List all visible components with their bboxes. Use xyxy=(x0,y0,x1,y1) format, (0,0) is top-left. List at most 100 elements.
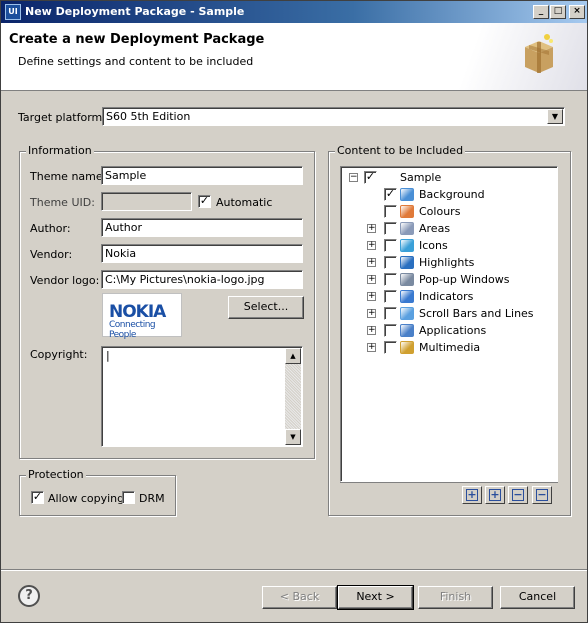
window-title: New Deployment Package - Sample xyxy=(25,5,245,18)
app-icon: UI xyxy=(5,4,21,20)
author-input[interactable]: Author xyxy=(101,218,303,237)
scroll-up-icon[interactable]: ▲ xyxy=(285,348,301,364)
tree-item[interactable]: + Scroll Bars and Lines xyxy=(347,305,552,322)
vendor-logo-label: Vendor logo: xyxy=(30,274,100,287)
automatic-checkbox[interactable]: ✓ xyxy=(198,195,211,208)
copyright-scrollbar[interactable]: ▲ ▼ xyxy=(285,348,301,445)
title-bar[interactable]: UI New Deployment Package - Sample _ □ × xyxy=(1,1,587,23)
expand-icon[interactable]: + xyxy=(367,326,376,335)
tree-toolbar: + + − − xyxy=(340,482,558,504)
tree-item-label: Highlights xyxy=(419,256,475,269)
theme-uid-input[interactable] xyxy=(101,192,192,211)
collapse-icon[interactable]: − xyxy=(349,173,358,182)
copyright-label: Copyright: xyxy=(30,348,88,361)
tree-item-checkbox[interactable]: ✓ xyxy=(384,188,397,201)
tree-item-checkbox[interactable] xyxy=(384,205,397,218)
select-logo-button[interactable]: Select... xyxy=(228,296,304,319)
tree-root-checkbox[interactable]: ✓ xyxy=(364,171,377,184)
background-icon xyxy=(400,188,414,201)
tree-item-label: Icons xyxy=(419,239,448,252)
tree-item-checkbox[interactable] xyxy=(384,324,397,337)
collapse-one-icon[interactable]: − xyxy=(508,486,528,504)
logo-tagline: Connecting People xyxy=(109,320,156,340)
footer-separator xyxy=(1,569,587,571)
tree-root-label: Sample xyxy=(400,171,442,184)
expand-icon[interactable]: + xyxy=(367,224,376,233)
tree-item[interactable]: + Multimedia xyxy=(347,339,552,356)
maximize-button[interactable]: □ xyxy=(550,5,566,19)
tree-item-checkbox[interactable] xyxy=(384,239,397,252)
tree-item-checkbox[interactable] xyxy=(384,290,397,303)
tree-item[interactable]: ✓ Background xyxy=(347,186,552,203)
chevron-down-icon[interactable]: ▼ xyxy=(547,109,563,124)
expand-all-icon[interactable]: + xyxy=(462,486,482,504)
tree-item[interactable]: + Icons xyxy=(347,237,552,254)
wizard-window: UI New Deployment Package - Sample _ □ ×… xyxy=(0,0,588,623)
icons-icon xyxy=(400,239,414,252)
help-icon[interactable]: ? xyxy=(18,585,40,607)
tree-item[interactable]: + Applications xyxy=(347,322,552,339)
tree-item[interactable]: + Pop-up Windows xyxy=(347,271,552,288)
tree-item-label: Colours xyxy=(419,205,461,218)
tree-item-label: Background xyxy=(419,188,485,201)
cancel-button[interactable]: Cancel xyxy=(500,586,575,609)
minimize-button[interactable]: _ xyxy=(533,5,549,19)
expand-icon[interactable]: + xyxy=(367,241,376,250)
expand-icon[interactable]: + xyxy=(367,343,376,352)
tree-item[interactable]: + Indicators xyxy=(347,288,552,305)
vendor-label: Vendor: xyxy=(30,248,73,261)
automatic-label: Automatic xyxy=(216,196,273,209)
tree-item-label: Applications xyxy=(419,324,487,337)
allow-copying-checkbox[interactable]: ✓ xyxy=(31,491,44,504)
tree-item[interactable]: + Areas xyxy=(347,220,552,237)
tree-item-checkbox[interactable] xyxy=(384,256,397,269)
tree-item-label: Areas xyxy=(419,222,451,235)
content-tree[interactable]: − ✓ Sample ✓ Background Colours + Areas + Icon… xyxy=(340,166,558,482)
tree-item[interactable]: Colours xyxy=(347,203,552,220)
scrollbars-icon xyxy=(400,307,414,320)
banner-title: Create a new Deployment Package xyxy=(9,32,265,47)
banner-gradient xyxy=(427,23,587,90)
target-platform-combo[interactable]: S60 5th Edition ▼ xyxy=(102,107,565,126)
author-label: Author: xyxy=(30,222,71,235)
expand-icon[interactable]: + xyxy=(485,486,505,504)
expand-icon[interactable]: + xyxy=(367,275,376,284)
scroll-down-icon[interactable]: ▼ xyxy=(285,429,301,445)
applications-icon xyxy=(400,324,414,337)
tree-item-checkbox[interactable] xyxy=(384,273,397,286)
tree-item-label: Multimedia xyxy=(419,341,481,354)
wizard-banner: Create a new Deployment Package Define s… xyxy=(1,23,587,91)
tree-item-checkbox[interactable] xyxy=(384,341,397,354)
content-group-label: Content to be Included xyxy=(335,144,466,157)
vendor-input[interactable]: Nokia xyxy=(101,244,303,263)
tree-item-checkbox[interactable] xyxy=(384,307,397,320)
tree-item-label: Indicators xyxy=(419,290,474,303)
expand-icon[interactable]: + xyxy=(367,292,376,301)
back-button[interactable]: < Back xyxy=(262,586,337,609)
expand-icon[interactable]: + xyxy=(367,309,376,318)
tree-item[interactable]: + Highlights xyxy=(347,254,552,271)
tree-item-checkbox[interactable] xyxy=(384,222,397,235)
expand-icon[interactable]: + xyxy=(367,258,376,267)
theme-name-label: Theme name: xyxy=(30,170,107,183)
vendor-logo-input[interactable]: C:\My Pictures\nokia-logo.jpg xyxy=(101,270,303,289)
target-platform-label: Target platform: xyxy=(18,111,106,124)
collapse-all-icon[interactable]: − xyxy=(532,486,552,504)
tree-item-label: Scroll Bars and Lines xyxy=(419,307,534,320)
vendor-logo-preview: NOKIA Connecting People xyxy=(102,293,182,340)
close-button[interactable]: × xyxy=(569,5,585,19)
copyright-textarea[interactable]: | ▲ ▼ xyxy=(101,346,303,447)
drm-checkbox[interactable] xyxy=(122,491,135,504)
finish-button[interactable]: Finish xyxy=(418,586,493,609)
next-button[interactable]: Next > xyxy=(337,585,414,610)
drm-label: DRM xyxy=(139,492,165,505)
banner-subtitle: Define settings and content to be includ… xyxy=(18,55,254,68)
theme-uid-label: Theme UID: xyxy=(30,196,95,209)
protection-group-label: Protection xyxy=(26,468,86,481)
areas-icon xyxy=(400,222,414,235)
tree-root[interactable]: − ✓ Sample xyxy=(347,169,547,186)
indicators-icon xyxy=(400,290,414,303)
theme-name-input[interactable]: Sample xyxy=(101,166,303,185)
gift-box-icon xyxy=(525,34,553,73)
target-platform-value: S60 5th Edition xyxy=(106,110,191,123)
